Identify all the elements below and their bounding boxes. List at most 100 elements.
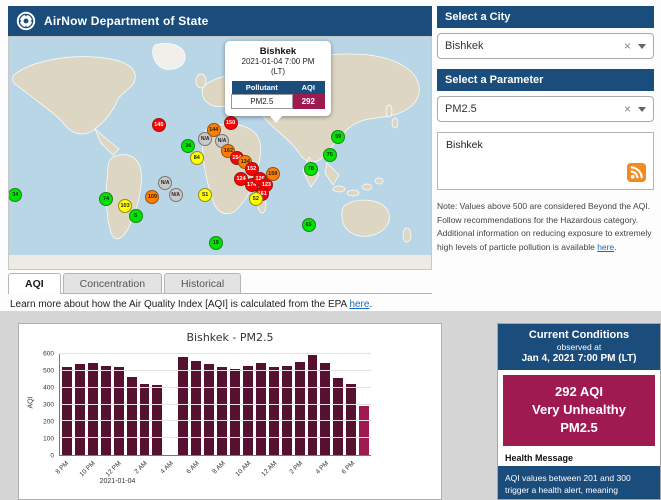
popup-table: Pollutant AQI PM2.5 292 <box>231 81 325 109</box>
state-department-seal-icon <box>16 11 36 31</box>
aqi-marker[interactable]: 34 <box>8 188 22 202</box>
chart-bar <box>217 367 227 455</box>
chevron-down-icon[interactable] <box>638 44 646 49</box>
popup-aqi-value: 292 <box>292 94 324 108</box>
aqi-pollutant: PM2.5 <box>507 419 651 437</box>
rss-feed-box: Bishkek <box>437 132 654 190</box>
city-select-value: Bishkek <box>445 40 624 52</box>
y-tick-label: 500 <box>43 368 54 375</box>
cc-title: Current Conditions <box>502 329 656 341</box>
y-tick-label: 300 <box>43 402 54 409</box>
popup-datetime: 2021-01-04 7:00 PM <box>231 57 325 67</box>
learn-more-before: Learn more about how the Air Quality Ind… <box>10 299 349 310</box>
gridline <box>60 353 371 354</box>
popup-timezone: (LT) <box>231 67 325 77</box>
tab-bar: AQI Concentration Historical <box>8 272 432 294</box>
chart-bar <box>230 369 240 455</box>
tab-historical[interactable]: Historical <box>164 273 241 293</box>
chart-bar <box>256 363 266 455</box>
gridline <box>60 387 371 388</box>
rss-icon[interactable] <box>627 163 646 182</box>
select-parameter-header: Select a Parameter <box>437 69 654 91</box>
chart-bar <box>191 361 201 455</box>
chart-bar <box>101 366 111 455</box>
y-tick-label: 0 <box>50 453 54 460</box>
note-link[interactable]: here <box>597 242 614 252</box>
airnow-page: AirNow Department of State <box>0 0 661 500</box>
gridline <box>60 420 371 421</box>
aqi-status-badge: 292 AQI Very Unhealthy PM2.5 <box>503 375 655 446</box>
chart-yticks: AQI 8 PM10 PM12 PM2 AM4 AM6 AM8 AM10 AM1… <box>59 354 371 456</box>
popup-pollutant-value: PM2.5 <box>232 94 293 108</box>
aqi-marker[interactable]: 59 <box>331 130 345 144</box>
aqi-marker[interactable]: N/A <box>169 188 183 202</box>
aqi-marker[interactable]: 150 <box>224 116 238 130</box>
cc-observed-at: observed at <box>502 342 656 352</box>
y-tick-label: 100 <box>43 436 54 443</box>
chart-bar <box>75 364 85 455</box>
gridline <box>60 404 371 405</box>
epa-link[interactable]: here <box>349 299 369 310</box>
sidebar: Select a City Bishkek × Select a Paramet… <box>437 6 654 254</box>
chart-bar <box>88 363 98 455</box>
aqi-marker[interactable]: 159 <box>266 167 280 181</box>
parameter-select-value: PM2.5 <box>445 103 624 115</box>
chevron-down-icon[interactable] <box>638 107 646 112</box>
y-axis-label: AQI <box>28 396 35 408</box>
city-select[interactable]: Bishkek × <box>437 33 654 59</box>
cc-timestamp: Jan 4, 2021 7:00 PM (LT) <box>502 353 656 364</box>
chart-title: Bishkek - PM2.5 <box>19 331 441 344</box>
chart-bar <box>359 406 369 455</box>
aqi-marker[interactable]: 5 <box>129 209 143 223</box>
tab-aqi[interactable]: AQI <box>8 273 61 294</box>
aqi-marker[interactable]: 78 <box>304 162 318 176</box>
world-map[interactable]: Bishkek 2021-01-04 7:00 PM (LT) Pollutan… <box>8 36 432 270</box>
app-header: AirNow Department of State <box>8 6 432 36</box>
parameter-select[interactable]: PM2.5 × <box>437 96 654 122</box>
note-before: Note: Values above 500 are considered Be… <box>437 201 652 252</box>
chart-bar <box>320 363 330 455</box>
y-tick-label: 400 <box>43 385 54 392</box>
learn-more-after: . <box>369 299 372 310</box>
clear-city-icon[interactable]: × <box>624 40 631 52</box>
chart-bar <box>114 367 124 455</box>
aqi-marker[interactable]: 145 <box>152 118 166 132</box>
aqi-marker[interactable]: 75 <box>323 148 337 162</box>
health-message-text: AQI values between 201 and 300 trigger a… <box>498 466 660 500</box>
aqi-value: 292 AQI <box>507 383 651 401</box>
tab-concentration[interactable]: Concentration <box>63 273 162 293</box>
chart-bar <box>333 378 343 455</box>
aqi-marker[interactable]: 84 <box>190 151 204 165</box>
chart-bar <box>282 366 292 455</box>
chart-bar <box>295 362 305 455</box>
y-tick-label: 200 <box>43 419 54 426</box>
popup-city-name: Bishkek <box>231 46 325 57</box>
map-popup: Bishkek 2021-01-04 7:00 PM (LT) Pollutan… <box>225 41 331 116</box>
popup-col-pollutant: Pollutant <box>232 81 293 95</box>
popup-col-aqi: AQI <box>292 81 324 95</box>
clear-parameter-icon[interactable]: × <box>624 103 631 115</box>
current-conditions-header: Current Conditions observed at Jan 4, 20… <box>498 324 660 370</box>
rss-city-label: Bishkek <box>446 139 483 151</box>
gridline <box>60 437 371 438</box>
aqi-marker[interactable]: 51 <box>198 188 212 202</box>
chart-bar <box>204 364 214 455</box>
select-city-header: Select a City <box>437 6 654 28</box>
beyond-aqi-note: Note: Values above 500 are considered Be… <box>437 200 654 254</box>
x-axis-date-label: 2021-01-04 <box>100 478 136 485</box>
current-conditions-panel: Current Conditions observed at Jan 4, 20… <box>497 323 661 500</box>
chart-bar <box>127 377 137 455</box>
aqi-marker[interactable]: 65 <box>302 218 316 232</box>
page-title: AirNow Department of State <box>44 14 209 28</box>
chart-plot <box>59 354 371 456</box>
aqi-category: Very Unhealthy <box>507 401 651 419</box>
learn-more-text: Learn more about how the Air Quality Ind… <box>10 299 372 310</box>
chart-bar <box>243 366 253 455</box>
note-after: . <box>614 242 616 252</box>
y-tick-label: 600 <box>43 351 54 358</box>
aqi-chart-panel: Bishkek - PM2.5 AQI 8 PM10 PM12 PM2 AM4 … <box>18 323 442 500</box>
health-message-title: Health Message <box>498 451 660 466</box>
chart-bar <box>178 357 188 455</box>
chart-xlabels: 8 PM10 PM12 PM2 AM4 AM6 AM8 AM10 AM12 AM… <box>59 456 371 490</box>
chart-bar <box>269 367 279 455</box>
